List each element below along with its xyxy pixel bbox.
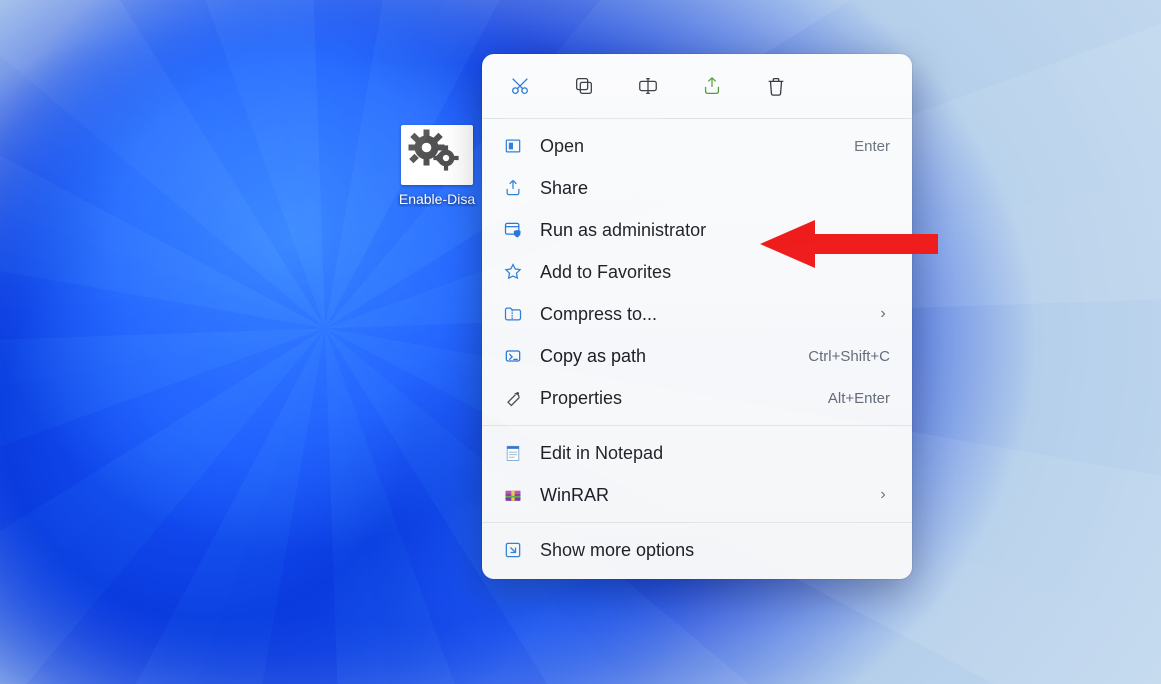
winrar-icon <box>502 484 524 506</box>
context-toolbar <box>482 54 912 114</box>
menu-item-run-admin[interactable]: Run as administrator <box>482 209 912 251</box>
menu-item-share[interactable]: Share <box>482 167 912 209</box>
menu-hint: Alt+Enter <box>828 390 890 407</box>
menu-item-favorites[interactable]: Add to Favorites <box>482 251 912 293</box>
scissors-icon <box>509 75 531 97</box>
wrench-icon <box>502 387 524 409</box>
zip-folder-icon <box>502 303 524 325</box>
desktop-file-label: Enable-Disa <box>394 191 480 207</box>
menu-label: WinRAR <box>540 485 860 506</box>
notepad-icon <box>502 442 524 464</box>
menu-item-compress[interactable]: Compress to... › <box>482 293 912 335</box>
menu-label: Properties <box>540 388 812 409</box>
chevron-right-icon: › <box>876 486 890 504</box>
menu-item-winrar[interactable]: WinRAR › <box>482 474 912 516</box>
trash-icon <box>765 75 787 97</box>
context-menu: Open Enter Share Run as administrator Ad… <box>482 54 912 579</box>
menu-label: Run as administrator <box>540 220 890 241</box>
shield-window-icon <box>502 219 524 241</box>
menu-label: Copy as path <box>540 346 792 367</box>
more-options-icon <box>502 539 524 561</box>
menu-label: Open <box>540 136 838 157</box>
gear-icon <box>401 125 473 185</box>
menu-item-notepad[interactable]: Edit in Notepad <box>482 432 912 474</box>
rename-icon <box>637 75 659 97</box>
share-tool-icon <box>701 75 723 97</box>
file-icon-tile <box>401 125 473 185</box>
star-icon <box>502 261 524 283</box>
menu-hint: Enter <box>854 138 890 155</box>
desktop-background: Enable-Disa Open Enter <box>0 0 1161 684</box>
menu-label: Compress to... <box>540 304 860 325</box>
menu-item-more-options[interactable]: Show more options <box>482 529 912 571</box>
share-icon <box>502 177 524 199</box>
copy-path-icon <box>502 345 524 367</box>
open-icon <box>502 135 524 157</box>
copy-button[interactable] <box>566 68 602 104</box>
copy-icon <box>573 75 595 97</box>
menu-hint: Ctrl+Shift+C <box>808 348 890 365</box>
rename-button[interactable] <box>630 68 666 104</box>
menu-item-copy-path[interactable]: Copy as path Ctrl+Shift+C <box>482 335 912 377</box>
delete-button[interactable] <box>758 68 794 104</box>
chevron-right-icon: › <box>876 305 890 323</box>
menu-label: Add to Favorites <box>540 262 890 283</box>
menu-label: Show more options <box>540 540 890 561</box>
share-tool-button[interactable] <box>694 68 730 104</box>
menu-item-properties[interactable]: Properties Alt+Enter <box>482 377 912 419</box>
menu-label: Share <box>540 178 890 199</box>
cut-button[interactable] <box>502 68 538 104</box>
desktop-file-icon[interactable]: Enable-Disa <box>394 125 480 207</box>
menu-label: Edit in Notepad <box>540 443 890 464</box>
menu-item-open[interactable]: Open Enter <box>482 125 912 167</box>
